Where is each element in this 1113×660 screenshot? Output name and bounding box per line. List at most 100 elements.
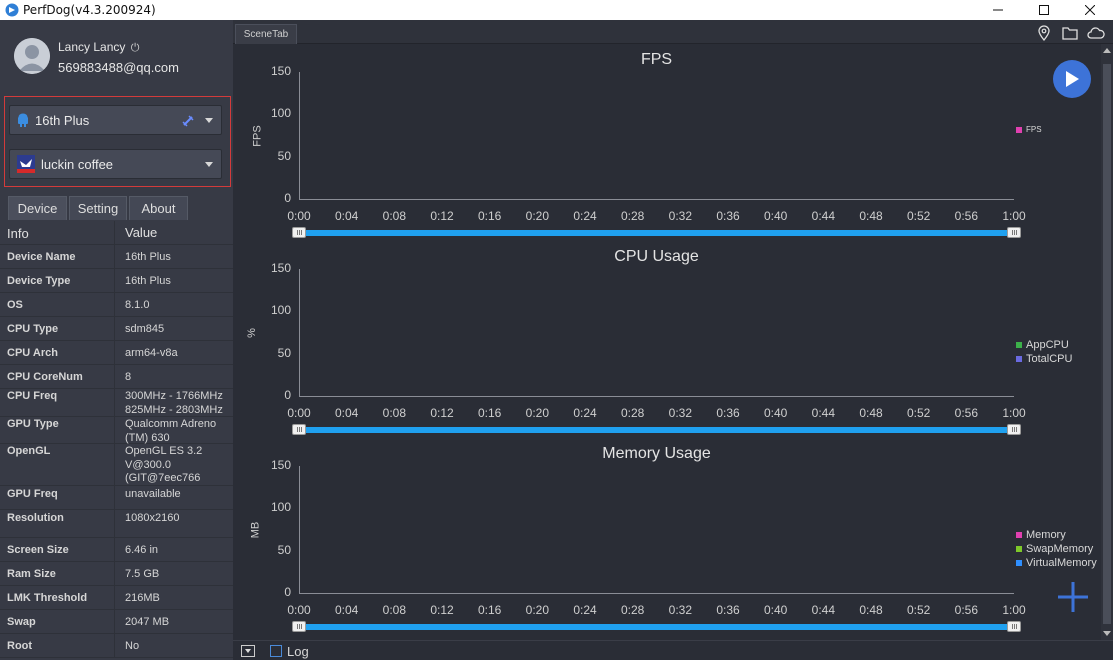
user-email: 569883488@qq.com bbox=[58, 60, 179, 75]
cloud-button[interactable] bbox=[1087, 24, 1105, 42]
location-pin-button[interactable] bbox=[1035, 24, 1053, 42]
row-key: LMK Threshold bbox=[7, 592, 88, 604]
scroll-down-icon[interactable] bbox=[1103, 631, 1111, 636]
tab-about[interactable]: About bbox=[129, 196, 188, 220]
vertical-scrollbar[interactable] bbox=[1101, 44, 1113, 640]
y-tick-label: 150 bbox=[270, 458, 291, 472]
time-range-slider[interactable] bbox=[303, 624, 1010, 630]
x-axis-line bbox=[299, 593, 1014, 594]
range-end-handle[interactable] bbox=[1007, 227, 1021, 238]
play-button[interactable] bbox=[1053, 60, 1091, 98]
x-tick-label: 0:48 bbox=[859, 209, 883, 223]
table-row: Root No bbox=[0, 634, 233, 658]
luckin-coffee-app-icon bbox=[17, 155, 35, 173]
folder-button[interactable] bbox=[1061, 24, 1079, 42]
window-title: PerfDog(v4.3.200924) bbox=[23, 3, 156, 17]
tab-scene[interactable]: SceneTab bbox=[235, 24, 297, 44]
table-row: Device Type 16th Plus bbox=[0, 269, 233, 293]
row-value: arm64-v8a bbox=[125, 347, 178, 359]
x-tick-label: 0:52 bbox=[906, 406, 931, 420]
tab-device[interactable]: Device bbox=[8, 196, 67, 220]
chevron-down-icon bbox=[205, 162, 213, 167]
device-info-table: Info Value Device Name 16th Plus Device T… bbox=[0, 221, 233, 658]
maximize-icon bbox=[1039, 5, 1049, 15]
x-tick-label: 0:00 bbox=[287, 406, 311, 420]
scroll-up-icon[interactable] bbox=[1103, 48, 1111, 53]
app-logo-icon bbox=[5, 3, 19, 17]
chart-title: FPS bbox=[640, 51, 673, 68]
logout-power-icon[interactable]: ⏻ bbox=[131, 42, 140, 54]
chevron-down-icon bbox=[205, 118, 213, 123]
legend-item: FPS bbox=[1016, 125, 1042, 134]
y-tick-label: 150 bbox=[270, 261, 291, 275]
range-end-handle[interactable] bbox=[1007, 621, 1021, 632]
chevron-down-icon bbox=[245, 649, 251, 653]
x-tick-label: 0:32 bbox=[668, 603, 693, 617]
top-toolbar bbox=[1035, 24, 1105, 42]
app-select[interactable]: luckin coffee bbox=[9, 149, 222, 179]
range-end-handle[interactable] bbox=[1007, 424, 1021, 435]
x-tick-label: 0:08 bbox=[382, 209, 407, 223]
row-value: 8 bbox=[125, 371, 132, 383]
legend-swatch bbox=[1016, 560, 1022, 566]
log-label: Log bbox=[287, 644, 309, 659]
legend-label: AppCPU bbox=[1026, 339, 1069, 351]
time-range-slider[interactable] bbox=[303, 427, 1010, 433]
window-controls bbox=[975, 0, 1113, 20]
range-start-handle[interactable] bbox=[292, 424, 306, 435]
title-bar: PerfDog(v4.3.200924) bbox=[0, 0, 1113, 20]
x-tick-label: 0:36 bbox=[716, 406, 740, 420]
y-axis-label: % bbox=[245, 328, 258, 338]
maximize-button[interactable] bbox=[1021, 0, 1067, 20]
row-key: CPU Type bbox=[7, 323, 59, 335]
x-tick-label: 0:56 bbox=[954, 603, 979, 617]
legend-item: SwapMemory bbox=[1016, 543, 1093, 555]
range-start-handle[interactable] bbox=[292, 227, 306, 238]
legend-swatch bbox=[1016, 126, 1022, 133]
table-row: CPU CoreNum 8 bbox=[0, 365, 233, 389]
plus-icon[interactable] bbox=[1056, 580, 1090, 614]
close-button[interactable] bbox=[1067, 0, 1113, 20]
time-range-slider[interactable] bbox=[303, 230, 1010, 236]
range-start-handle[interactable] bbox=[292, 621, 306, 632]
row-value: 216MB bbox=[125, 592, 160, 604]
x-tick-label: 1:00 bbox=[1002, 603, 1026, 617]
expand-log-button[interactable] bbox=[241, 645, 255, 657]
location-pin-icon bbox=[1038, 25, 1050, 41]
table-row: CPU Arch arm64-v8a bbox=[0, 341, 233, 365]
x-tick-label: 0:48 bbox=[859, 603, 883, 617]
log-checkbox[interactable] bbox=[270, 645, 282, 657]
x-tick-label: 0:40 bbox=[763, 209, 788, 223]
row-key: Resolution bbox=[7, 512, 64, 524]
row-value: 300MHz - 1766MHz 825MHz - 2803MHz bbox=[125, 390, 223, 416]
minimize-button[interactable] bbox=[975, 0, 1021, 20]
x-tick-label: 0:44 bbox=[811, 209, 836, 223]
main-area: SceneTab FPS FPS 0 50 100 150 0:00 0:04 0:08 0:12… bbox=[233, 20, 1113, 660]
row-value: No bbox=[125, 640, 140, 652]
y-tick-label: 50 bbox=[277, 345, 291, 360]
row-key: CPU CoreNum bbox=[7, 371, 83, 383]
header-info: Info bbox=[7, 226, 29, 241]
table-row: LMK Threshold 216MB bbox=[0, 586, 233, 610]
table-header: Info Value bbox=[0, 221, 233, 245]
y-tick-label: 150 bbox=[270, 64, 291, 78]
x-tick-label: 0:56 bbox=[954, 209, 979, 223]
row-key: Swap bbox=[7, 616, 36, 628]
legend-swatch bbox=[1016, 532, 1022, 538]
legend-item: TotalCPU bbox=[1016, 353, 1072, 365]
scrollbar-thumb[interactable] bbox=[1103, 64, 1111, 624]
cloud-icon bbox=[1087, 27, 1105, 39]
legend-label: VirtualMemory bbox=[1026, 557, 1097, 569]
tab-setting[interactable]: Setting bbox=[69, 196, 127, 220]
scene-tab-bar: SceneTab bbox=[233, 20, 1113, 44]
table-row: GPU Type Qualcomm Adreno (TM) 630 bbox=[0, 417, 233, 444]
table-row: OS 8.1.0 bbox=[0, 293, 233, 317]
device-select[interactable]: 16th Plus bbox=[9, 105, 222, 135]
x-tick-label: 0:12 bbox=[430, 603, 454, 617]
x-tick-label: 0:28 bbox=[620, 406, 645, 420]
legend-label: SwapMemory bbox=[1026, 543, 1094, 555]
avatar[interactable] bbox=[14, 38, 50, 74]
x-tick-label: 0:44 bbox=[811, 603, 836, 617]
x-tick-label: 0:16 bbox=[477, 406, 502, 420]
row-key: Root bbox=[7, 640, 33, 652]
